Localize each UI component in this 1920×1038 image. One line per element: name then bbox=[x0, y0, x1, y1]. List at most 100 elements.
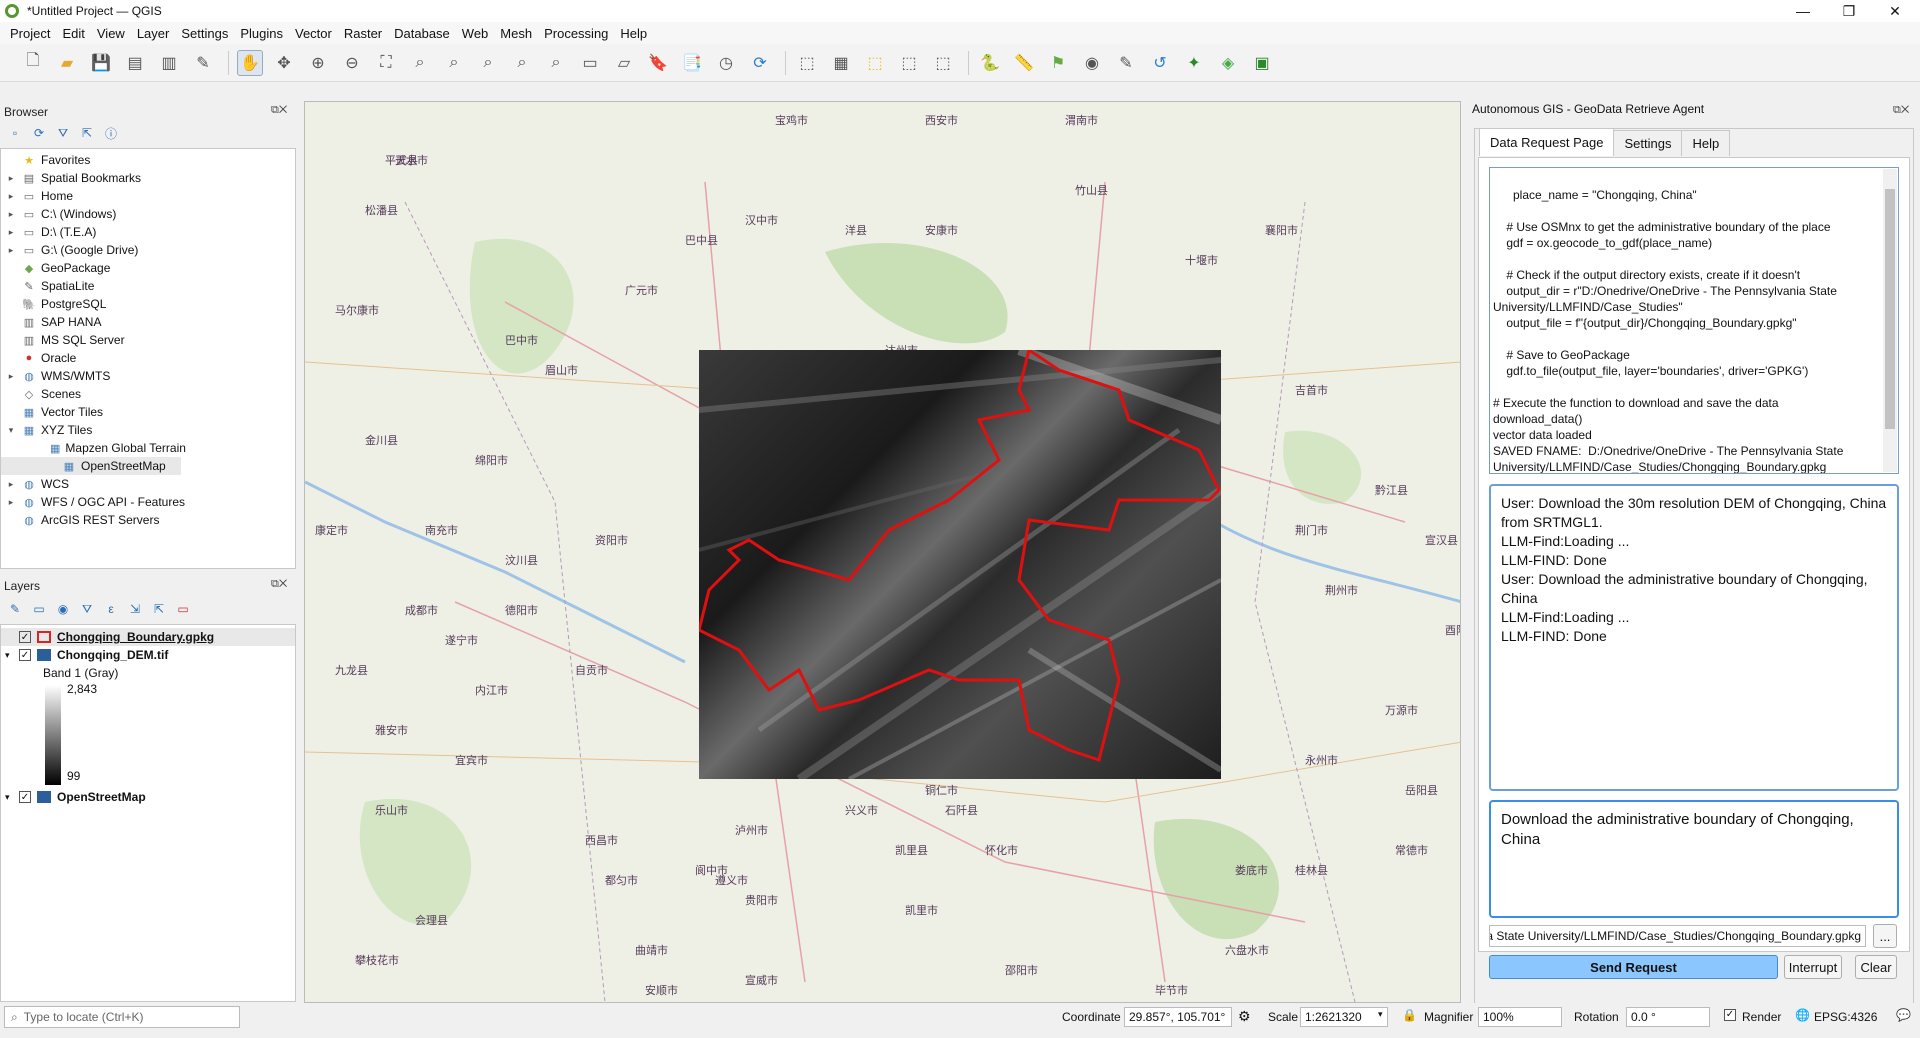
new-print-layout-icon[interactable]: ▤ bbox=[122, 50, 148, 76]
coordinate-field[interactable]: 29.857°, 105.701° bbox=[1124, 1007, 1232, 1027]
identify-features-icon[interactable]: ⬚ bbox=[794, 50, 820, 76]
expand-arrow-icon[interactable]: ▸ bbox=[5, 245, 17, 256]
tab-data-request[interactable]: Data Request Page bbox=[1479, 128, 1615, 156]
crs-label[interactable]: EPSG:4326 bbox=[1814, 1010, 1877, 1024]
zoom-full-icon[interactable]: ⛶ bbox=[373, 50, 399, 76]
refresh-icon[interactable]: ⟳ bbox=[747, 50, 773, 76]
browser-item[interactable]: ◇ Scenes bbox=[1, 385, 295, 403]
layer-visibility-checkbox[interactable]: ✓ bbox=[19, 649, 31, 661]
expand-arrow-icon[interactable]: ▸ bbox=[5, 227, 17, 238]
deselect-features-icon[interactable]: ⬚ bbox=[896, 50, 922, 76]
plugin5-icon[interactable]: ✦ bbox=[1181, 50, 1207, 76]
panel-float-close-icon[interactable]: ⧉✕ bbox=[271, 104, 287, 117]
browser-item[interactable]: ▸ ▭ Home bbox=[1, 187, 295, 205]
browser-item[interactable]: ▸ ▭ G:\ (Google Drive) bbox=[1, 241, 295, 259]
measure-icon[interactable]: 📏 bbox=[1011, 50, 1037, 76]
menu-edit[interactable]: Edit bbox=[56, 26, 90, 41]
new-map-view-icon[interactable]: ▭ bbox=[577, 50, 603, 76]
code-scrollbar[interactable] bbox=[1883, 169, 1897, 472]
menu-vector[interactable]: Vector bbox=[289, 26, 338, 41]
open-attribute-table-icon[interactable]: ▦ bbox=[828, 50, 854, 76]
zoom-last-icon[interactable]: ⌕ bbox=[509, 50, 535, 76]
layer-visibility-checkbox[interactable]: ✓ bbox=[19, 791, 31, 803]
send-request-button[interactable]: Send Request bbox=[1489, 955, 1778, 979]
zoom-to-selection-icon[interactable]: ⌕ bbox=[407, 50, 433, 76]
request-input[interactable]: Download the administrative boundary of … bbox=[1489, 800, 1899, 918]
open-project-icon[interactable]: ▰ bbox=[54, 50, 80, 76]
browser-item[interactable]: ▦ Mapzen Global Terrain bbox=[1, 439, 186, 457]
menu-processing[interactable]: Processing bbox=[538, 26, 614, 41]
layer-visibility-checkbox[interactable]: ✓ bbox=[19, 631, 31, 643]
collapse-all-layers-icon[interactable]: ⇱ bbox=[150, 600, 168, 618]
zoom-in-icon[interactable]: ⊕ bbox=[305, 50, 331, 76]
expand-arrow-icon[interactable]: ▸ bbox=[5, 371, 17, 382]
crs-globe-icon[interactable]: 🌐 bbox=[1795, 1008, 1810, 1022]
style-manager-icon[interactable]: ✎ bbox=[190, 50, 216, 76]
show-bookmarks-icon[interactable]: 📑 bbox=[679, 50, 705, 76]
expand-arrow-icon[interactable]: ▸ bbox=[5, 173, 17, 184]
menu-database[interactable]: Database bbox=[388, 26, 456, 41]
plugin2-icon[interactable]: ◉ bbox=[1079, 50, 1105, 76]
menu-help[interactable]: Help bbox=[614, 26, 653, 41]
browser-item[interactable]: ✎ SpatiaLite bbox=[1, 277, 295, 295]
collapse-arrow-icon[interactable]: ▾ bbox=[5, 650, 19, 661]
rotation-spinbox[interactable]: 0.0 ° bbox=[1626, 1007, 1710, 1027]
expand-arrow-icon[interactable]: ▸ bbox=[5, 479, 17, 490]
expand-arrow-icon[interactable]: ▸ bbox=[5, 191, 17, 202]
browse-path-button[interactable]: ... bbox=[1873, 924, 1897, 948]
filter-expression-icon[interactable]: ε bbox=[102, 600, 120, 618]
scale-combo[interactable]: 1:2621320 bbox=[1300, 1007, 1388, 1027]
browser-item[interactable]: ● Oracle bbox=[1, 349, 295, 367]
chevron-down-icon[interactable]: ▾ bbox=[1378, 1009, 1383, 1020]
remove-layer-icon[interactable]: ▭ bbox=[174, 600, 192, 618]
browser-item[interactable]: ▥ SAP HANA bbox=[1, 313, 295, 331]
browser-item[interactable]: ▦ Vector Tiles bbox=[1, 403, 295, 421]
agent-float-close-icon[interactable]: ⧉✕ bbox=[1893, 104, 1909, 117]
browser-item[interactable]: ▦ OpenStreetMap bbox=[1, 457, 181, 475]
zoom-to-layer-icon[interactable]: ⌕ bbox=[441, 50, 467, 76]
render-checkbox[interactable]: ✓ bbox=[1724, 1009, 1736, 1021]
filter-icon[interactable]: ⛛ bbox=[54, 124, 72, 142]
pan-to-selection-icon[interactable]: ✥ bbox=[271, 50, 297, 76]
collapse-all-icon[interactable]: ⇱ bbox=[78, 124, 96, 142]
menu-view[interactable]: View bbox=[91, 26, 131, 41]
browser-item[interactable]: ▸ ▭ D:\ (T.E.A) bbox=[1, 223, 295, 241]
browser-item[interactable]: 🐘 PostgreSQL bbox=[1, 295, 295, 313]
menu-mesh[interactable]: Mesh bbox=[494, 26, 538, 41]
zoom-native-icon[interactable]: ⌕ bbox=[475, 50, 501, 76]
menu-plugins[interactable]: Plugins bbox=[234, 26, 289, 41]
plugin-icon[interactable]: ⚑ bbox=[1045, 50, 1071, 76]
plugin3-icon[interactable]: ✎ bbox=[1113, 50, 1139, 76]
browser-item[interactable]: ▸ ▭ C:\ (Windows) bbox=[1, 205, 295, 223]
new-3d-map-icon[interactable]: ▱ bbox=[611, 50, 637, 76]
layers-float-close-icon[interactable]: ⧉✕ bbox=[271, 578, 287, 591]
clear-button[interactable]: Clear bbox=[1855, 955, 1897, 979]
map-canvas[interactable]: 宝鸡市西安市渭南市天水市汉中市安康市十堰市广元市巴中市达州市绵阳市南充市成都市遂… bbox=[304, 101, 1461, 1003]
browser-item[interactable]: ▸ ▤ Spatial Bookmarks bbox=[1, 169, 295, 187]
browser-item[interactable]: ◆ GeoPackage bbox=[1, 259, 295, 277]
maximize-icon[interactable]: ❐ bbox=[1826, 0, 1872, 22]
browser-item[interactable]: ▥ MS SQL Server bbox=[1, 331, 295, 349]
messages-icon[interactable]: 💬 bbox=[1896, 1008, 1911, 1022]
add-selected-layers-icon[interactable]: ▫ bbox=[6, 124, 24, 142]
expand-arrow-icon[interactable]: ▸ bbox=[5, 209, 17, 220]
chat-log[interactable]: User: Download the 30m resolution DEM of… bbox=[1489, 484, 1899, 791]
browser-item[interactable]: ◍ ArcGIS REST Servers bbox=[1, 511, 295, 529]
menu-project[interactable]: Project bbox=[4, 26, 56, 41]
magnifier-spinbox[interactable]: 100% bbox=[1478, 1007, 1562, 1027]
collapse-arrow-icon[interactable]: ▾ bbox=[5, 792, 19, 803]
browser-item[interactable]: ▸ ◍ WFS / OGC API - Features bbox=[1, 493, 295, 511]
browser-item[interactable]: ▸ ◍ WCS bbox=[1, 475, 295, 493]
layout-manager-icon[interactable]: ▥ bbox=[156, 50, 182, 76]
pan-map-icon[interactable]: ✋ bbox=[237, 49, 263, 76]
temporal-controller-icon[interactable]: ◷ bbox=[713, 50, 739, 76]
style-layer-icon[interactable]: ✎ bbox=[6, 600, 24, 618]
menu-raster[interactable]: Raster bbox=[338, 26, 388, 41]
interrupt-button[interactable]: Interrupt bbox=[1784, 955, 1842, 979]
code-output[interactable]: place_name = "Chongqing, China" # Use OS… bbox=[1489, 167, 1899, 474]
menu-web[interactable]: Web bbox=[456, 26, 495, 41]
info-icon[interactable]: ⓘ bbox=[102, 124, 120, 142]
plugin6-icon[interactable]: ◈ bbox=[1215, 50, 1241, 76]
menu-layer[interactable]: Layer bbox=[131, 26, 176, 41]
toggle-extents-icon[interactable]: ⚙ bbox=[1238, 1008, 1251, 1025]
